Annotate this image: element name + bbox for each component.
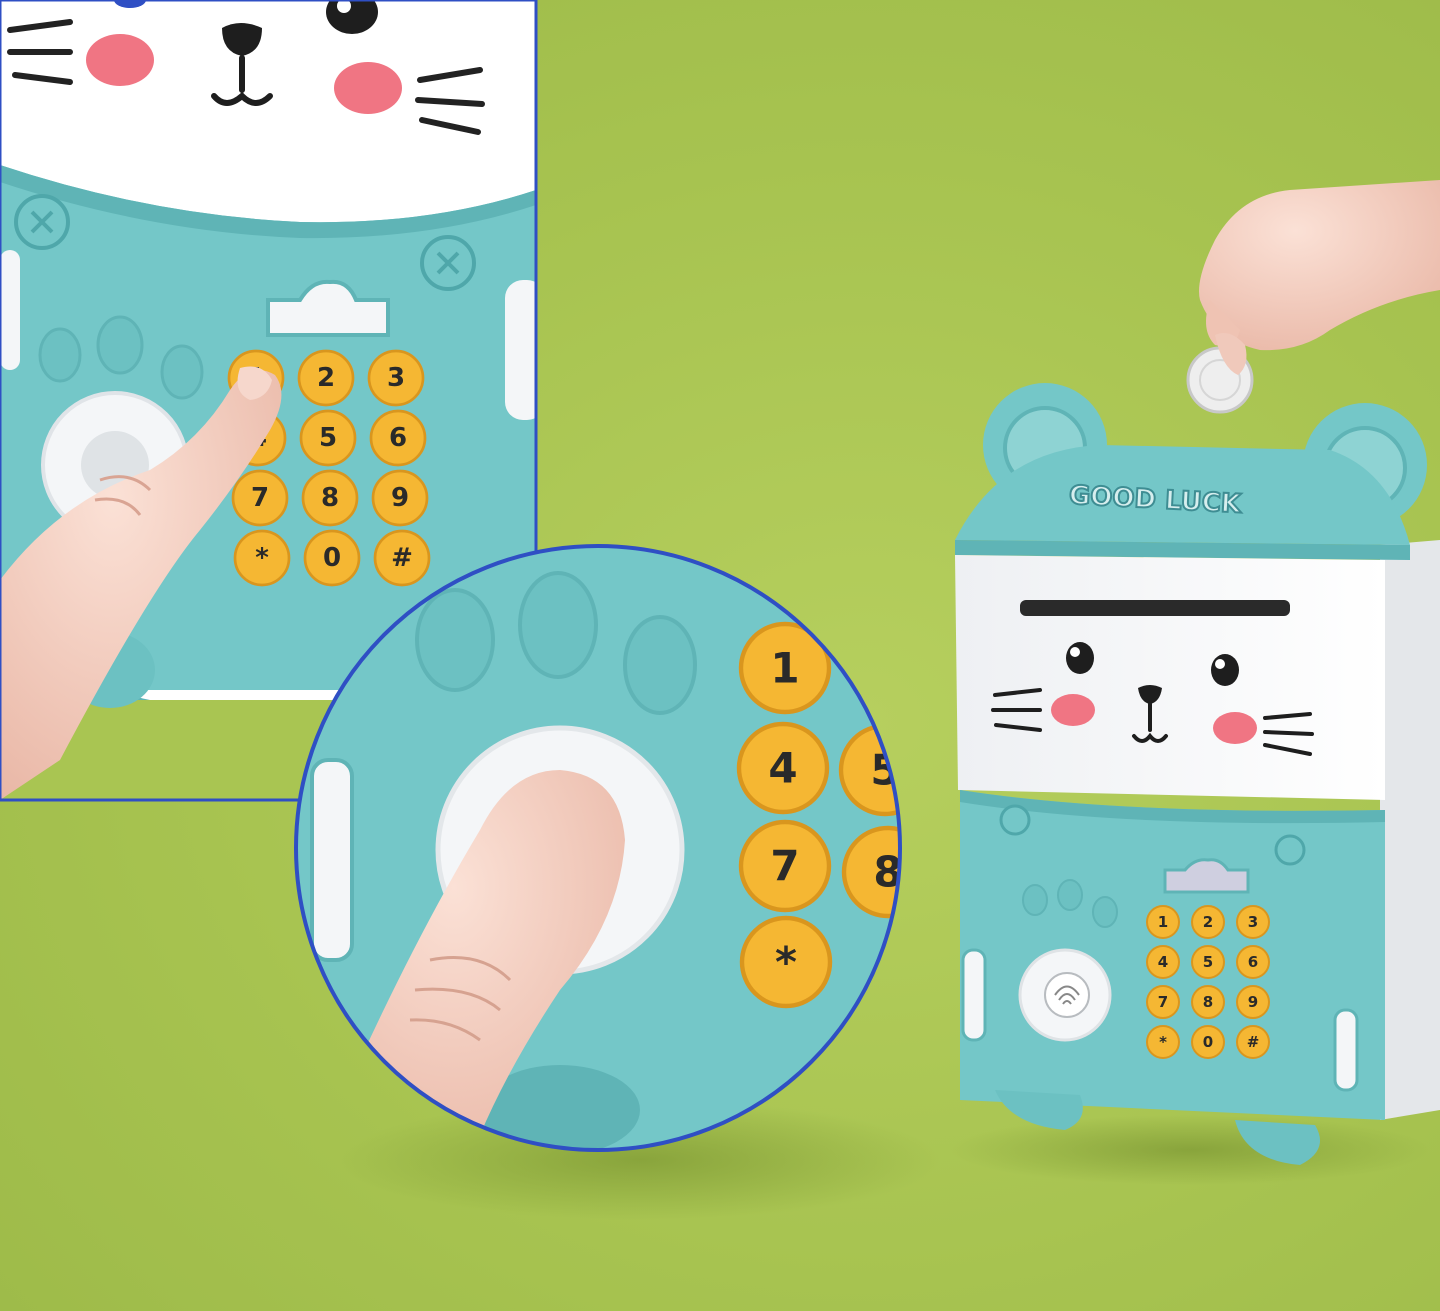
key-label: * — [1159, 1033, 1167, 1051]
cheek-left — [86, 34, 154, 86]
key-label: * — [255, 543, 269, 573]
keypad-key-6[interactable]: 7 — [1146, 985, 1180, 1019]
key-label: 1 — [770, 644, 799, 693]
keypad-key-5[interactable]: 8 — [841, 825, 932, 919]
key-label: 5 — [319, 423, 337, 453]
piggy-bank-safe: 1 2 34 5 67 8 9* 0 # GOOD LUCK — [950, 383, 1440, 1185]
product-illustration: 123456789*0# 147*58 — [0, 0, 1440, 1220]
keypad-key-4[interactable]: 5 — [838, 723, 929, 817]
key-label: 0 — [1203, 1033, 1213, 1051]
keypad-key-8[interactable]: 9 — [1236, 985, 1270, 1019]
hand-with-coin — [1186, 180, 1440, 414]
keypad-key-2[interactable]: 3 — [1236, 905, 1270, 939]
product-photo: 123456789*0# 147*58 — [0, 0, 1440, 1311]
key-label: 7 — [770, 842, 799, 891]
key-label: 8 — [1203, 993, 1213, 1011]
key-label: 5 — [1203, 953, 1213, 971]
key-label: 6 — [1248, 953, 1258, 971]
keypad-key-11[interactable]: # — [1236, 1025, 1270, 1059]
key-label: # — [391, 543, 413, 573]
keypad-key-10[interactable]: 0 — [303, 529, 361, 587]
keypad-key-1[interactable]: 2 — [1191, 905, 1225, 939]
key-label: 1 — [1158, 913, 1168, 931]
keypad-key-2[interactable]: 7 — [738, 819, 832, 913]
keypad-key-5[interactable]: 6 — [369, 409, 427, 467]
key-label: 2 — [317, 363, 335, 393]
key-label: 7 — [1158, 993, 1168, 1011]
keypad-key-9[interactable]: * — [233, 529, 291, 587]
keypad-key-0[interactable]: 1 — [1146, 905, 1180, 939]
keypad-key-3[interactable]: * — [739, 915, 833, 1009]
keypad-key-5[interactable]: 6 — [1236, 945, 1270, 979]
key-label: 6 — [389, 423, 407, 453]
keypad-key-4[interactable]: 5 — [1191, 945, 1225, 979]
keypad-key-11[interactable]: # — [373, 529, 431, 587]
keypad-key-2[interactable]: 3 — [367, 349, 425, 407]
cheek-right — [334, 62, 402, 114]
key-label: 9 — [391, 483, 409, 513]
keypad-key-8[interactable]: 9 — [371, 469, 429, 527]
key-label: * — [775, 938, 797, 987]
keypad-key-9[interactable]: * — [1146, 1025, 1180, 1059]
keypad-key-7[interactable]: 8 — [1191, 985, 1225, 1019]
keypad-key-1[interactable]: 4 — [736, 721, 830, 815]
keypad-key-6[interactable]: 7 — [231, 469, 289, 527]
keypad-key-1[interactable]: 2 — [297, 349, 355, 407]
key-label: 3 — [1248, 913, 1258, 931]
keypad-key-7[interactable]: 8 — [301, 469, 359, 527]
key-label: 4 — [768, 744, 797, 793]
key-label: # — [1247, 1033, 1260, 1051]
coin-slot — [1020, 600, 1290, 616]
keypad-key-4[interactable]: 5 — [299, 409, 357, 467]
key-label: 9 — [1248, 993, 1258, 1011]
keypad-key-3[interactable]: 4 — [1146, 945, 1180, 979]
key-label: 8 — [321, 483, 339, 513]
key-label: 3 — [387, 363, 405, 393]
key-label: 7 — [251, 483, 269, 513]
key-label: 4 — [1158, 953, 1168, 971]
keypad-key-10[interactable]: 0 — [1191, 1025, 1225, 1059]
key-label: 0 — [323, 543, 341, 573]
key-label: 2 — [1203, 913, 1213, 931]
